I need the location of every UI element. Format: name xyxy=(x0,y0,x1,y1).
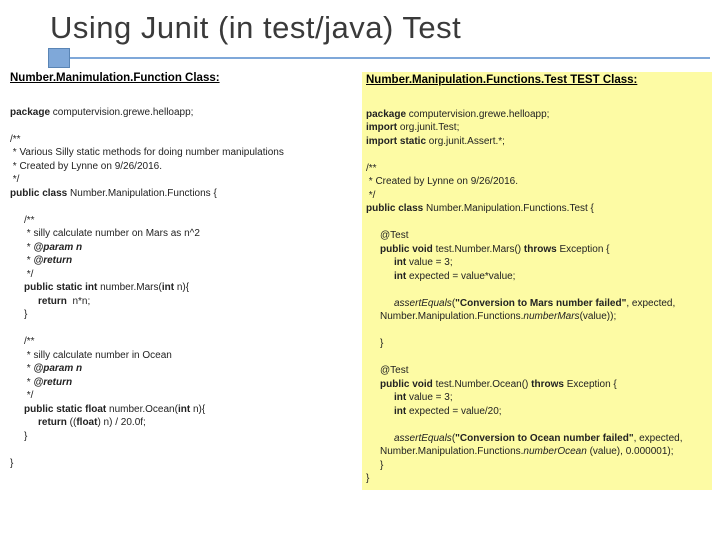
left-code: package computervision.grewe.helloapp; /… xyxy=(10,92,352,470)
brace: } xyxy=(10,458,13,469)
assert: assertEquals xyxy=(394,298,452,309)
import: org.junit.Assert.*; xyxy=(429,136,505,147)
tag: @param n xyxy=(33,363,82,374)
kw: return xyxy=(38,296,72,307)
call: numberOcean xyxy=(523,446,586,457)
sig: Exception { xyxy=(559,244,609,255)
comment: */ xyxy=(366,190,375,201)
annotation: @Test xyxy=(380,365,409,376)
comment: * Created by Lynne on 9/26/2016. xyxy=(366,176,518,187)
import: org.junit.Test; xyxy=(400,122,459,133)
stmt: expected = value*value; xyxy=(409,271,515,282)
brace: } xyxy=(366,473,369,484)
test-block: @Test public void test.Number.Mars() thr… xyxy=(366,229,708,351)
kw-import: import xyxy=(366,122,400,133)
kw: int xyxy=(394,406,409,417)
string: "Conversion to Ocean number failed" xyxy=(455,433,633,444)
sig: n){ xyxy=(193,404,205,415)
brace: } xyxy=(24,309,27,320)
comment: * silly calculate number in Ocean xyxy=(24,350,172,361)
left-column: Number.Manimulation.Function Class: pack… xyxy=(10,72,352,490)
brace: } xyxy=(24,431,27,442)
kw: int xyxy=(394,257,409,268)
kw-class: public class xyxy=(366,203,426,214)
method-block: /** * silly calculate number on Mars as … xyxy=(10,214,352,322)
comment: /** xyxy=(10,134,21,145)
kw-class: public class xyxy=(10,188,70,199)
comment: * Various Silly static methods for doing… xyxy=(10,147,284,158)
expr: (value)); xyxy=(580,311,617,322)
expr: n*n; xyxy=(72,296,90,307)
class-name: Number.Manipulation.Functions.Test { xyxy=(426,203,594,214)
comment: /** xyxy=(24,215,35,226)
title-bar: Using Junit (in test/java) Test xyxy=(0,0,720,54)
method-block: /** * silly calculate number in Ocean * … xyxy=(10,335,352,443)
test-block: @Test public void test.Number.Ocean() th… xyxy=(366,364,708,472)
brace: } xyxy=(380,338,383,349)
annotation: @Test xyxy=(380,230,409,241)
kw: throws xyxy=(524,244,560,255)
kw: public void xyxy=(380,244,436,255)
sig: Exception { xyxy=(567,379,617,390)
kw-import: import static xyxy=(366,136,429,147)
left-class-header: Number.Manimulation.Function Class: xyxy=(10,72,352,84)
assert: assertEquals xyxy=(394,433,452,444)
kw: public static float xyxy=(24,404,109,415)
expr: (value), 0.000001); xyxy=(587,446,674,457)
slide-title: Using Junit (in test/java) Test xyxy=(50,10,720,46)
stmt: expected = value/20; xyxy=(409,406,502,417)
kw: int xyxy=(178,404,193,415)
comment: * Created by Lynne on 9/26/2016. xyxy=(10,161,162,172)
right-column: Number.Manipulation.Functions.Test TEST … xyxy=(362,72,712,490)
comment: */ xyxy=(24,390,33,401)
method: test.Number.Ocean() xyxy=(436,379,532,390)
kw: int xyxy=(394,392,409,403)
kw: public void xyxy=(380,379,436,390)
stmt: value = 3; xyxy=(409,257,453,268)
content-columns: Number.Manimulation.Function Class: pack… xyxy=(0,54,720,490)
method: number.Mars( xyxy=(100,282,162,293)
stmt: value = 3; xyxy=(409,392,453,403)
comment: /** xyxy=(24,336,35,347)
comment: */ xyxy=(10,174,19,185)
tag: @return xyxy=(33,377,72,388)
right-code: package computervision.grewe.helloapp; i… xyxy=(366,94,708,486)
brace: } xyxy=(380,460,383,471)
kw-package: package xyxy=(10,107,50,118)
method: number.Ocean( xyxy=(109,404,178,415)
accent-block xyxy=(48,48,70,68)
class-name: Number.Manipulation.Functions { xyxy=(70,188,217,199)
kw: return xyxy=(38,417,70,428)
call: numberMars xyxy=(523,311,579,322)
right-class-header: Number.Manipulation.Functions.Test TEST … xyxy=(366,74,708,86)
tag: @return xyxy=(33,255,72,266)
accent-line xyxy=(70,57,710,59)
comment: */ xyxy=(24,269,33,280)
kw-package: package xyxy=(366,109,406,120)
expr: ) n) / 20.0f; xyxy=(97,417,145,428)
kw: int xyxy=(394,271,409,282)
kw: int xyxy=(162,282,177,293)
sig: n){ xyxy=(177,282,189,293)
string: "Conversion to Mars number failed" xyxy=(455,298,626,309)
kw: float xyxy=(76,417,97,428)
comment: * silly calculate number on Mars as n^2 xyxy=(24,228,200,239)
method: test.Number.Mars() xyxy=(436,244,524,255)
tag: @param n xyxy=(33,242,82,253)
kw: throws xyxy=(531,379,567,390)
pkg-value: computervision.grewe.helloapp; xyxy=(406,109,549,120)
kw: public static int xyxy=(24,282,100,293)
pkg-value: computervision.grewe.helloapp; xyxy=(50,107,193,118)
comment: /** xyxy=(366,163,377,174)
